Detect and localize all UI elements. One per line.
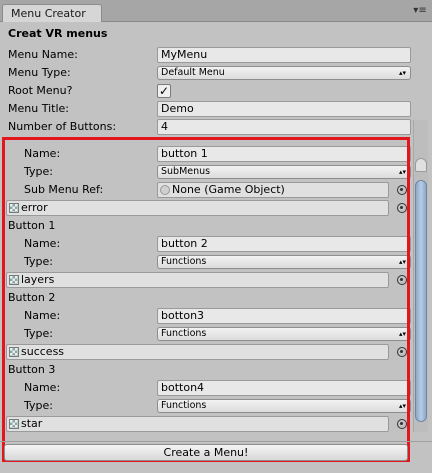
button4-type-row: Type: Functions ▴▾ [0, 398, 432, 414]
root-menu-checkbox[interactable]: ✓ [157, 84, 171, 98]
menu-title-label: Menu Title: [8, 102, 69, 115]
scrollbar-thumb[interactable] [415, 180, 427, 422]
menu-name-label: Menu Name: [8, 48, 78, 61]
button-section-heading: Button 3 [8, 363, 56, 376]
button-name-label: Name: [24, 237, 61, 250]
submenu-ref-field[interactable]: None (Game Object) [157, 182, 389, 198]
vertical-scrollbar[interactable] [413, 120, 428, 432]
button-type-value: Functions [161, 256, 207, 267]
game-object-icon [160, 185, 170, 195]
num-buttons-row: Number of Buttons: 4 [0, 119, 432, 135]
window-tab-bar: Menu Creator ▾≡ [0, 0, 432, 22]
dropdown-arrows-icon: ▴▾ [398, 69, 406, 77]
texture-name: layers [21, 273, 55, 286]
button3-texture-row: success [0, 344, 432, 360]
menu-type-dropdown[interactable]: Default Menu ▴▾ [157, 66, 411, 80]
button1-submenu-row: Sub Menu Ref: None (Game Object) [0, 182, 432, 198]
button3-heading-row: Button 2 [0, 290, 432, 306]
menu-title-field[interactable]: Demo [157, 101, 411, 117]
button2-name-row: Name: button 2 [0, 236, 432, 252]
button2-type-row: Type: Functions ▴▾ [0, 254, 432, 270]
root-menu-label: Root Menu? [8, 84, 73, 97]
texture-name: error [21, 201, 48, 214]
texture-field[interactable]: star [6, 416, 389, 432]
button3-type-row: Type: Functions ▴▾ [0, 326, 432, 342]
button-name-field[interactable]: button 2 [157, 236, 411, 252]
texture-icon [9, 347, 19, 357]
tab-menu-creator[interactable]: Menu Creator [2, 4, 102, 22]
button1-texture-row: error [0, 200, 432, 216]
button-type-dropdown[interactable]: Functions ▴▾ [157, 255, 411, 269]
button4-name-row: Name: botton4 [0, 380, 432, 396]
texture-field[interactable]: layers [6, 272, 389, 288]
dropdown-arrows-icon: ▴▾ [398, 258, 406, 266]
object-picker-icon[interactable] [397, 347, 407, 357]
button1-name-row: Name: button 1 [0, 146, 432, 162]
button-type-label: Type: [24, 399, 53, 412]
footer-divider [0, 441, 432, 442]
texture-name: success [21, 345, 65, 358]
button-name-label: Name: [24, 309, 61, 322]
submenu-ref-value: None (Game Object) [172, 183, 285, 196]
button-type-value: SubMenus [161, 166, 211, 177]
dropdown-arrows-icon: ▴▾ [398, 168, 406, 176]
button2-heading-row: Button 1 [0, 218, 432, 234]
submenu-ref-label: Sub Menu Ref: [24, 183, 104, 196]
menu-creator-panel: Creat VR menus Menu Name: MyMenu Menu Ty… [0, 22, 432, 473]
object-picker-icon[interactable] [397, 275, 407, 285]
texture-name: star [21, 417, 43, 430]
dropdown-arrows-icon: ▴▾ [398, 402, 406, 410]
button-section-heading: Button 2 [8, 291, 56, 304]
object-picker-icon[interactable] [397, 203, 407, 213]
button-type-value: Functions [161, 400, 207, 411]
button-type-dropdown[interactable]: SubMenus ▴▾ [157, 165, 411, 179]
button-name-label: Name: [24, 381, 61, 394]
button-type-label: Type: [24, 327, 53, 340]
object-picker-icon[interactable] [397, 419, 407, 429]
menu-title-row: Menu Title: Demo [0, 101, 432, 117]
dropdown-arrows-icon: ▴▾ [398, 330, 406, 338]
button1-type-row: Type: SubMenus ▴▾ [0, 164, 432, 180]
page-title: Creat VR menus [8, 27, 108, 40]
tab-options-icon[interactable]: ▾≡ [412, 5, 428, 17]
num-buttons-label: Number of Buttons: [8, 120, 117, 133]
texture-icon [9, 275, 19, 285]
texture-icon [9, 419, 19, 429]
button-name-field[interactable]: button 1 [157, 146, 411, 162]
texture-field[interactable]: success [6, 344, 389, 360]
menu-type-row: Menu Type: Default Menu ▴▾ [0, 65, 432, 81]
button3-name-row: Name: botton3 [0, 308, 432, 324]
button4-texture-row: star [0, 416, 432, 432]
menu-type-label: Menu Type: [8, 66, 71, 79]
button-type-value: Functions [161, 328, 207, 339]
button-type-dropdown[interactable]: Functions ▴▾ [157, 399, 411, 413]
texture-field[interactable]: error [6, 200, 389, 216]
create-menu-button[interactable]: Create a Menu! [4, 444, 408, 461]
object-picker-icon[interactable] [397, 185, 407, 195]
scroll-up-arrow-icon[interactable] [415, 158, 427, 172]
button-type-label: Type: [24, 255, 53, 268]
button-name-field[interactable]: botton3 [157, 308, 411, 324]
menu-name-field[interactable]: MyMenu [157, 47, 411, 63]
num-buttons-field[interactable]: 4 [157, 119, 411, 135]
button-type-label: Type: [24, 165, 53, 178]
texture-icon [9, 203, 19, 213]
button4-heading-row: Button 3 [0, 362, 432, 378]
button-name-field[interactable]: botton4 [157, 380, 411, 396]
button-type-dropdown[interactable]: Functions ▴▾ [157, 327, 411, 341]
menu-type-value: Default Menu [161, 67, 225, 78]
button2-texture-row: layers [0, 272, 432, 288]
button-section-heading: Button 1 [8, 219, 56, 232]
menu-name-row: Menu Name: MyMenu [0, 47, 432, 63]
button-name-label: Name: [24, 147, 61, 160]
root-menu-row: Root Menu? ✓ [0, 83, 432, 99]
